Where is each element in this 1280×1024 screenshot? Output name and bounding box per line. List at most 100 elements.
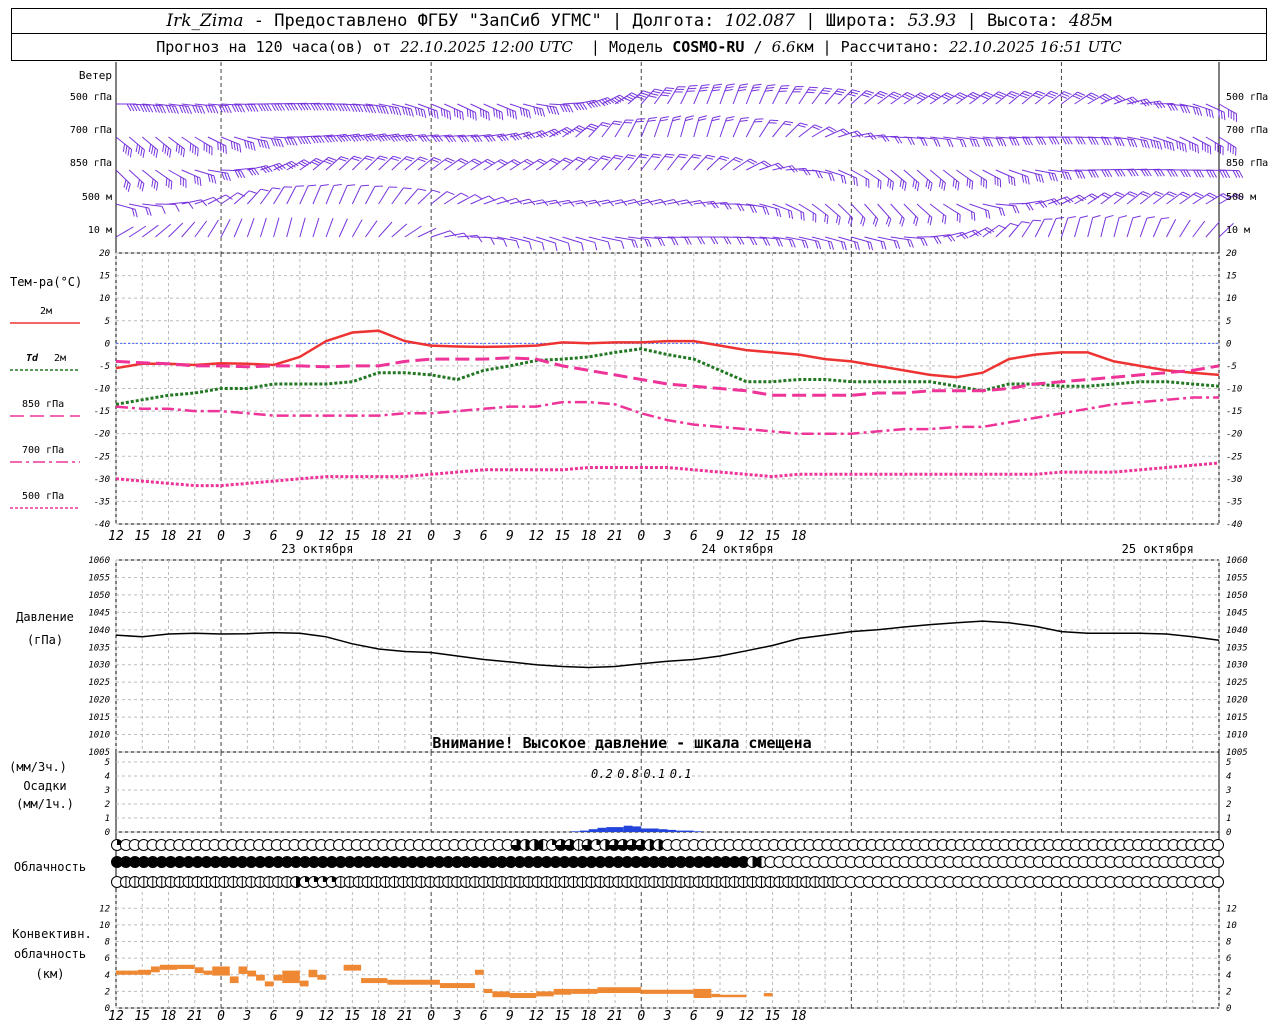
wind-level-label: 10 м (88, 225, 112, 236)
pressure-tick-label-right: 1035 (1226, 643, 1248, 653)
hour-tick-label: 6 (270, 529, 278, 544)
wind-barb (903, 203, 919, 227)
wind-barb (851, 132, 877, 140)
hour-tick-label: 3 (452, 1009, 461, 1024)
wind-barb (627, 153, 649, 171)
wind-barb (1061, 194, 1087, 205)
conv-cloud-bar (571, 988, 598, 994)
wind-level-label-right: 500 м (1226, 192, 1256, 203)
temp-tick-label-right: -15 (1226, 407, 1242, 417)
conv-cloud-bar (247, 970, 257, 977)
cloud-title: Облачность (14, 860, 86, 874)
wind-barb (247, 136, 270, 150)
wind-barb (155, 203, 180, 212)
wind-barb (1008, 202, 1034, 211)
day-label: 24 октября (701, 542, 773, 556)
wind-barb (838, 130, 864, 138)
conv-tick-label: 8 (105, 938, 110, 948)
hour-tick-label: 0 (637, 529, 645, 544)
precip-bar (579, 830, 589, 832)
wind-barb (233, 190, 257, 205)
conv-cloud-bar (343, 964, 362, 971)
conv-tick-label: 4 (105, 971, 110, 981)
pressure-tick-label-right: 1045 (1226, 608, 1248, 618)
wind-barb (233, 218, 243, 238)
hour-tick-label: 9 (296, 1009, 304, 1024)
wind-barb (286, 185, 305, 205)
wind-barb (273, 186, 293, 205)
precip-3h-sum: 0.2 (591, 767, 613, 781)
pressure-tick-label-right: 1055 (1226, 573, 1248, 583)
conv-cloud-bar (151, 966, 160, 973)
conv-cloud-bar (711, 993, 721, 998)
precip-bar (649, 828, 659, 832)
precip-bar (641, 828, 650, 832)
wind-barb (286, 102, 312, 111)
conv-tick-label: 0 (105, 1004, 110, 1014)
wind-barb (325, 218, 334, 238)
temperature-panel (115, 329, 1220, 488)
wind-barb (221, 169, 246, 179)
wind-barb (220, 136, 242, 153)
precip-tick-label-right: 5 (1226, 758, 1231, 768)
wind-barb (746, 236, 771, 246)
temp-tick-label-right: -5 (1226, 362, 1237, 372)
wind-barb (1192, 220, 1206, 238)
wind-barb (706, 236, 732, 245)
conv-cloud-bar (597, 987, 642, 994)
wind-barb (299, 217, 306, 238)
pressure-tick-label-right: 1030 (1226, 661, 1248, 671)
wind-barb (732, 83, 749, 105)
hour-tick-label: 18 (581, 1009, 597, 1024)
precip-tick-label: 0 (105, 828, 110, 838)
conv-title-1: Конвективн. (12, 927, 91, 941)
hour-tick-label: 12 (528, 1009, 544, 1024)
temp-title: Тем-ра(°C) (10, 275, 82, 289)
precip-bar (597, 827, 607, 832)
wind-barb (929, 203, 947, 225)
conv-title-3: (км) (36, 967, 65, 981)
wind-barb (1048, 136, 1073, 145)
wind-barb (260, 162, 286, 172)
wind-barb (706, 115, 721, 138)
wind-barb (667, 86, 686, 105)
wind-barb (824, 169, 847, 184)
wind-barb (260, 187, 281, 205)
wind-barb (378, 186, 398, 205)
temp-tick-label-right: 20 (1226, 249, 1237, 259)
wind-barb (1048, 196, 1074, 205)
wind-barb (247, 165, 273, 174)
conv-cloud-bar (536, 991, 554, 997)
conv-cloud-bar (229, 976, 239, 984)
precip-tick-label-right: 4 (1226, 772, 1231, 782)
precip-bar (588, 829, 598, 832)
hour-tick-label: 15 (134, 1009, 150, 1024)
wind-barb (509, 103, 531, 119)
hour-tick-label: 18 (161, 1009, 177, 1024)
wind-barb (1074, 193, 1100, 205)
wind-barb (535, 128, 562, 138)
wind-barb (1087, 215, 1101, 238)
wind-barb (417, 189, 441, 205)
wind-barb (693, 236, 719, 245)
convective-panel (116, 964, 773, 999)
wind-level-label: 500 м (82, 192, 112, 203)
wind-barb (1126, 215, 1141, 238)
wind-barb (680, 85, 698, 105)
conv-cloud-bar (282, 970, 300, 984)
conv-cloud-bar (474, 969, 484, 975)
conv-cloud-bar (299, 980, 309, 987)
temp-tick-label-right: 5 (1226, 317, 1231, 327)
wind-level-label-right: 850 гПа (1226, 158, 1268, 169)
precip-bar (693, 831, 703, 832)
pressure-tick-label: 1030 (88, 661, 110, 671)
precip-3h-sum: 0.1 (644, 767, 666, 781)
wind-barb (890, 236, 914, 248)
legend-td-level: 2м (54, 353, 66, 364)
conv-cloud-bar (238, 966, 248, 974)
precip-bar (606, 827, 615, 832)
wind-barb (982, 203, 1006, 217)
wind-barb (444, 232, 470, 240)
temp-tick-label-right: -40 (1226, 520, 1242, 530)
meteogram: 12 15 18 21 0 3 6 9 12 15 18 21 0 3 6 9 12 15 18 21 0 3 6 9 12 15… (9, 62, 1268, 1024)
